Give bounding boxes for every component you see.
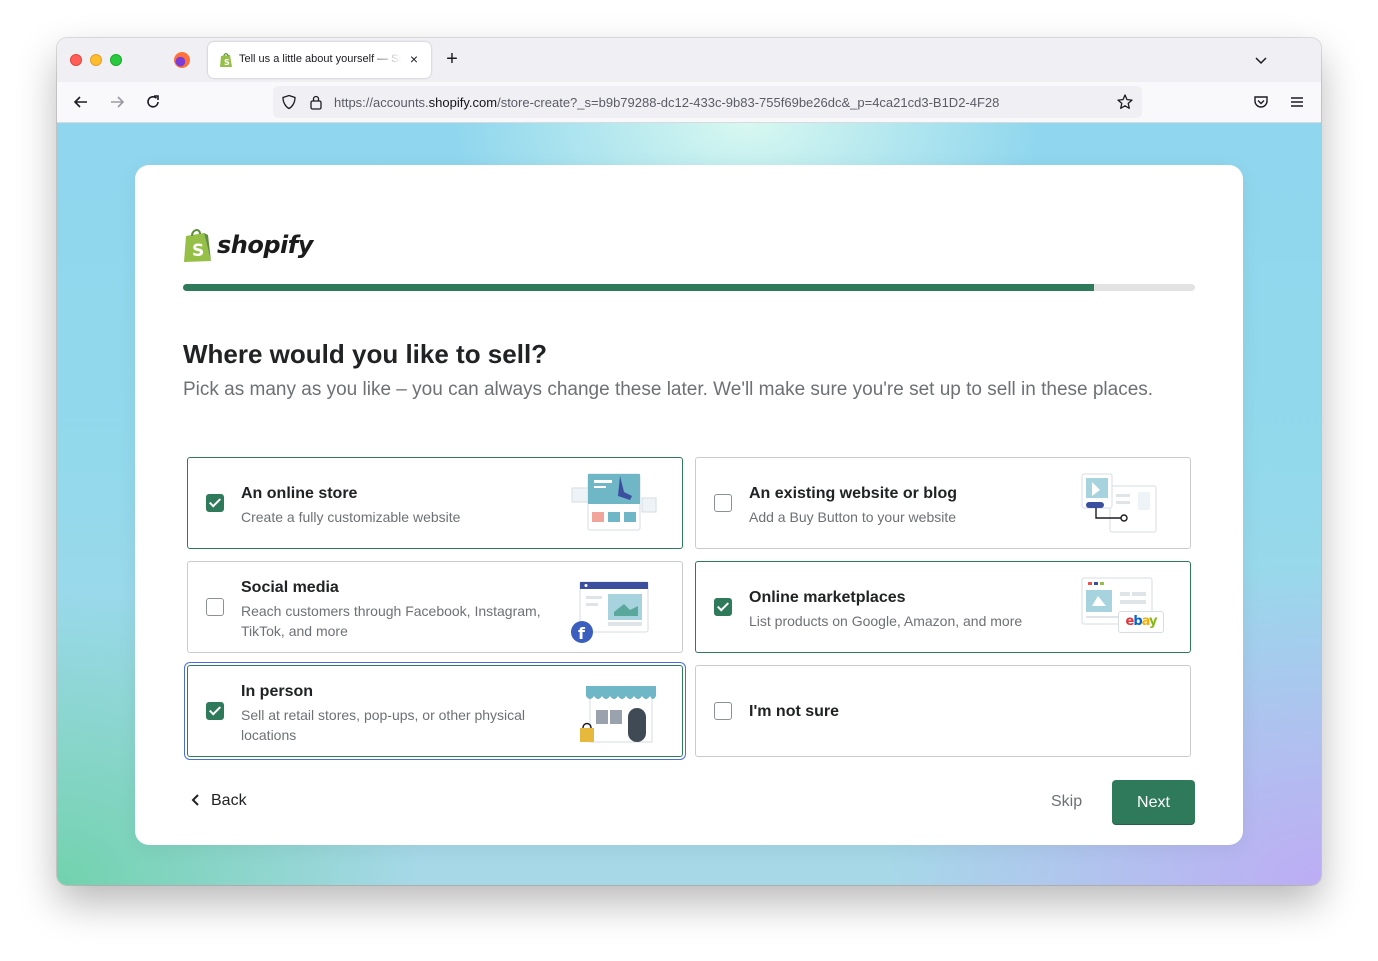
option-title: An online store — [241, 485, 358, 502]
firefox-icon[interactable] — [174, 52, 190, 68]
forward-arrow-icon[interactable] — [108, 93, 126, 111]
pocket-icon[interactable] — [1253, 94, 1269, 110]
marketplaces-illustration-icon — [1081, 577, 1153, 625]
tab-title: Tell us a little about yourself — Shopif… — [239, 53, 401, 65]
reload-icon[interactable] — [144, 93, 162, 111]
checkbox-existing-website[interactable] — [714, 494, 732, 512]
option-description: Create a fully customizable website — [241, 509, 461, 525]
checkbox-in-person[interactable] — [206, 702, 224, 720]
option-description: Add a Buy Button to your website — [749, 509, 957, 525]
option-online-marketplaces[interactable]: Online marketplaces List products on Goo… — [695, 561, 1191, 653]
checkbox-not-sure[interactable] — [714, 702, 732, 720]
back-arrow-icon[interactable] — [72, 93, 90, 111]
shopify-wordmark: shopify — [217, 231, 313, 259]
minimize-window-button[interactable] — [90, 54, 102, 66]
url-text[interactable]: https://accounts.shopify.com/store-creat… — [334, 95, 1106, 110]
close-window-button[interactable] — [70, 54, 82, 66]
new-tab-icon[interactable]: + — [443, 49, 461, 69]
title-bar: S Tell us a little about yourself — Shop… — [57, 38, 1321, 82]
lock-icon[interactable] — [309, 94, 323, 110]
page-subtitle: Pick as many as you like – you can alway… — [183, 379, 1154, 400]
option-title: In person — [241, 683, 314, 700]
chevron-left-icon — [191, 794, 199, 806]
svg-text:f: f — [578, 624, 586, 643]
skip-button[interactable]: Skip — [1051, 793, 1082, 811]
page-content: S shopify Where would you like to sell? … — [57, 123, 1321, 885]
bookmark-star-icon[interactable] — [1116, 93, 1134, 111]
address-bar[interactable]: https://accounts.shopify.com/store-creat… — [273, 86, 1142, 118]
shopify-bag-icon: S — [184, 229, 211, 262]
close-tab-icon[interactable]: × — [407, 52, 421, 66]
option-description: Reach customers through Facebook, Instag… — [241, 603, 541, 639]
page-title: Where would you like to sell? — [183, 339, 548, 369]
tracking-protection-shield-icon[interactable] — [281, 94, 297, 110]
app-menu-icon[interactable] — [1289, 94, 1305, 110]
in-person-illustration-icon — [580, 686, 656, 743]
progress-bar-fill — [183, 284, 1094, 291]
svg-text:S: S — [192, 241, 204, 261]
option-title: An existing website or blog — [749, 485, 958, 502]
option-description: Sell at retail stores, pop-ups, or other… — [241, 707, 526, 743]
option-social-media[interactable]: Social media Reach customers through Fac… — [187, 561, 683, 653]
zoom-window-button[interactable] — [110, 54, 122, 66]
shopify-logo: S shopify — [182, 227, 322, 267]
option-online-store[interactable]: An online store Create a fully customiza… — [187, 457, 683, 549]
option-in-person[interactable]: In person Sell at retail stores, pop-ups… — [187, 665, 683, 757]
checkbox-online-marketplaces[interactable] — [714, 598, 732, 616]
progress-bar — [183, 284, 1195, 291]
onboarding-card: S shopify Where would you like to sell? … — [135, 165, 1243, 845]
next-button[interactable]: Next — [1112, 780, 1195, 825]
shopify-favicon-icon: S — [220, 53, 232, 67]
list-all-tabs-icon[interactable] — [1253, 52, 1269, 68]
option-existing-website[interactable]: An existing website or blog Add a Buy Bu… — [695, 457, 1191, 549]
option-not-sure[interactable]: I'm not sure — [695, 665, 1191, 757]
option-title: Social media — [241, 579, 339, 596]
navigation-toolbar: https://accounts.shopify.com/store-creat… — [57, 82, 1321, 123]
social-media-illustration-icon: f — [571, 581, 649, 643]
checkbox-online-store[interactable] — [206, 494, 224, 512]
ebay-badge: ebay — [1118, 611, 1164, 633]
browser-tab[interactable]: S Tell us a little about yourself — Shop… — [208, 42, 431, 78]
online-store-illustration-icon — [571, 473, 657, 531]
back-label: Back — [211, 792, 247, 809]
checkbox-social-media[interactable] — [206, 598, 224, 616]
option-title: Online marketplaces — [749, 589, 906, 606]
option-description: List products on Google, Amazon, and mor… — [749, 613, 1023, 629]
option-title: I'm not sure — [749, 703, 840, 720]
browser-window: S Tell us a little about yourself — Shop… — [57, 38, 1321, 885]
website-blog-illustration-icon — [1081, 473, 1157, 533]
svg-text:S: S — [224, 58, 230, 67]
